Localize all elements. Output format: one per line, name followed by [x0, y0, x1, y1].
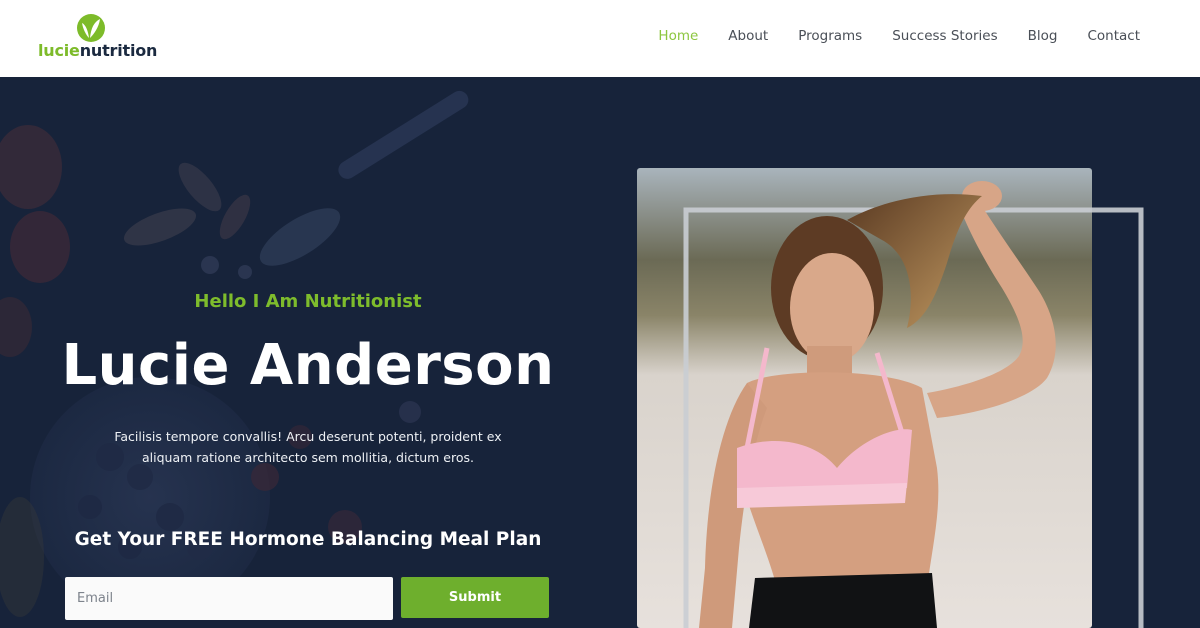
- logo-word-1: lucie: [38, 41, 80, 60]
- logo-word-2: nutrition: [79, 41, 158, 60]
- hero-section: Hello I Am Nutritionist Lucie Anderson F…: [0, 77, 1200, 628]
- site-header: lucienutrition Home About Programs Succe…: [0, 0, 1200, 77]
- hero-intro-text: Facilisis tempore convallis! Arcu deseru…: [96, 426, 520, 468]
- logo-wordmark: lucienutrition: [38, 41, 157, 60]
- leaf-logo-icon: [77, 14, 105, 42]
- hero-tagline: Hello I Am Nutritionist: [194, 291, 422, 312]
- hero-name-heading: Lucie Anderson: [61, 333, 555, 398]
- nav-item-blog[interactable]: Blog: [1028, 28, 1058, 44]
- nav-item-about[interactable]: About: [728, 28, 768, 44]
- nav-item-success-stories[interactable]: Success Stories: [892, 28, 997, 44]
- nutritionist-photo: [637, 168, 1144, 628]
- hero-intro-line-2: aliquam ratione architecto sem mollitia,…: [142, 450, 474, 465]
- site-logo[interactable]: lucienutrition: [36, 10, 166, 68]
- meal-plan-cta-title: Get Your FREE Hormone Balancing Meal Pla…: [74, 529, 542, 550]
- main-nav: Home About Programs Success Stories Blog…: [658, 0, 1140, 72]
- nav-item-contact[interactable]: Contact: [1087, 28, 1140, 44]
- submit-button[interactable]: Submit: [401, 577, 549, 618]
- hero-intro-line-1: Facilisis tempore convallis! Arcu deseru…: [114, 429, 502, 444]
- nav-item-programs[interactable]: Programs: [798, 28, 862, 44]
- email-input[interactable]: [65, 577, 393, 620]
- nav-item-home[interactable]: Home: [658, 28, 698, 44]
